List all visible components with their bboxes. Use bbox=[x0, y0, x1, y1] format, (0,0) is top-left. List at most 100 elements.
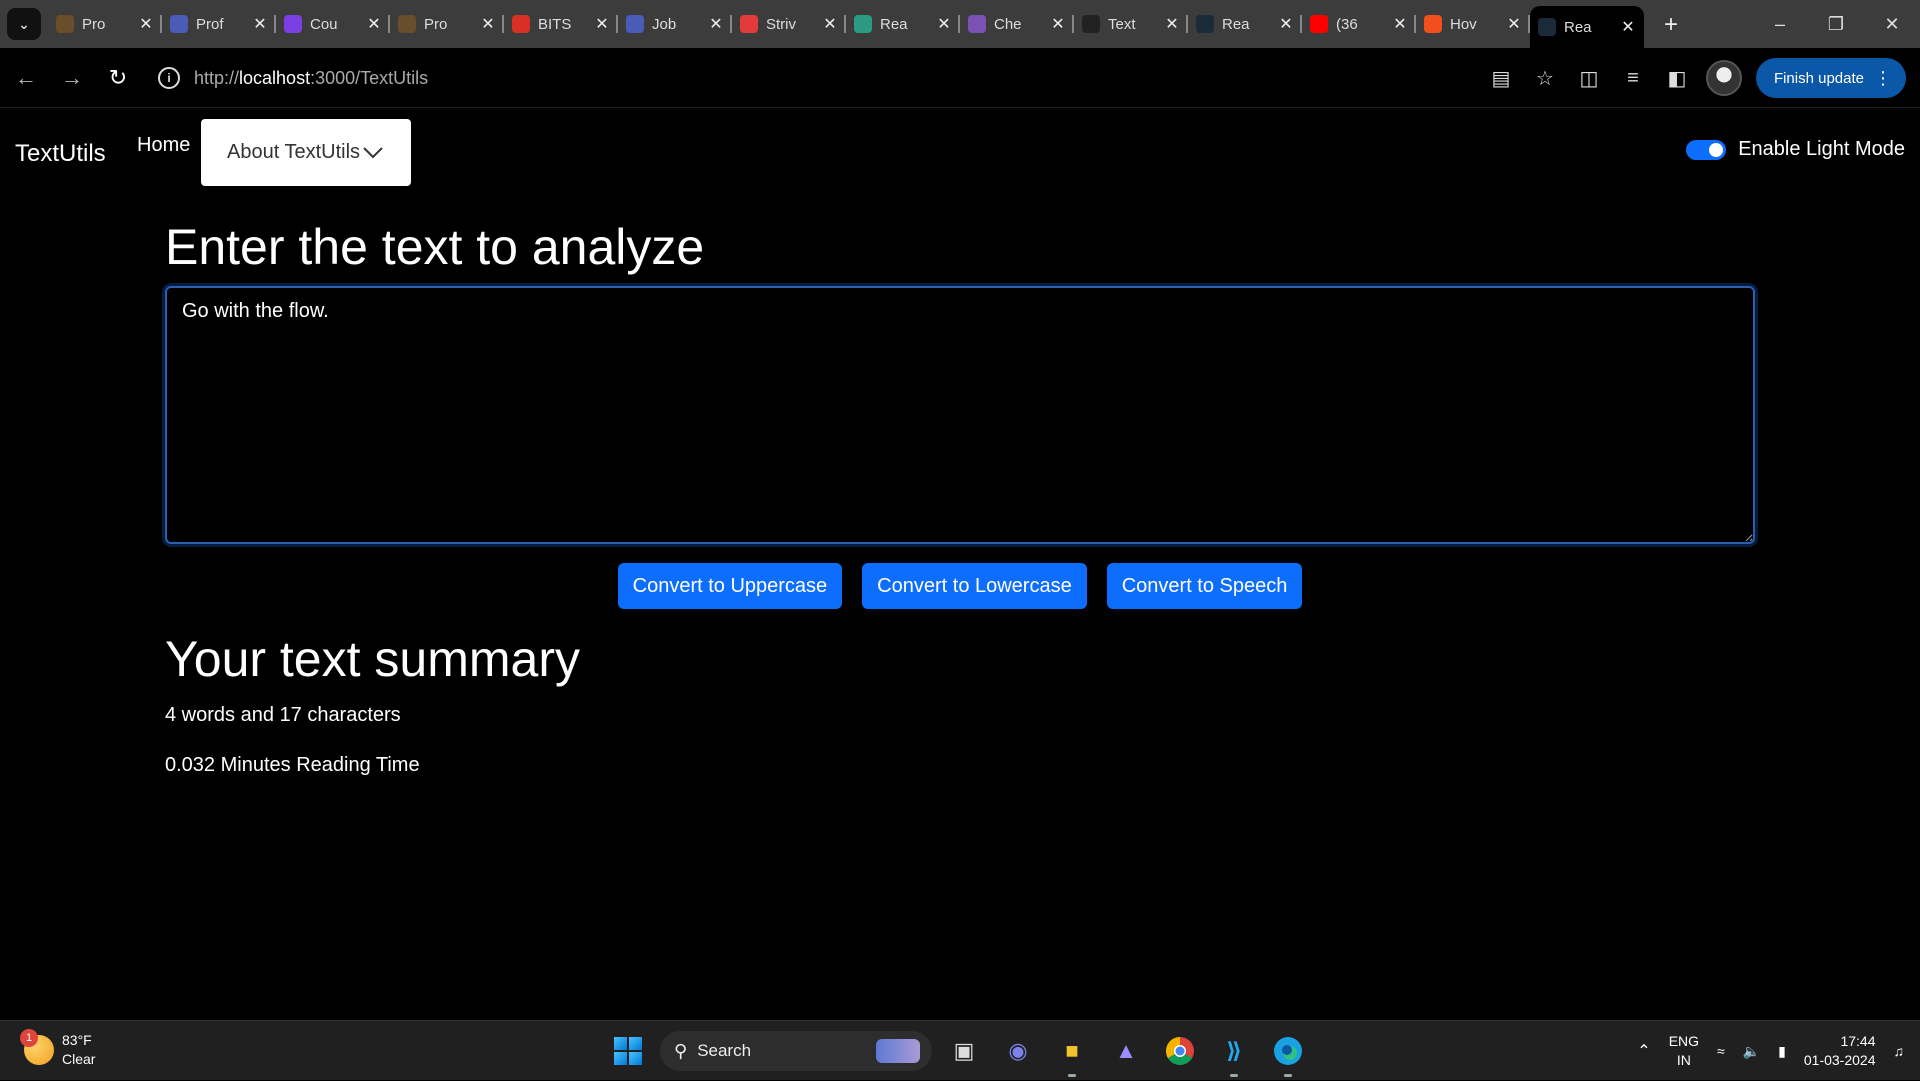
weather-condition: Clear bbox=[62, 1051, 96, 1067]
link-icon bbox=[170, 15, 188, 33]
reload-button[interactable]: ↻ bbox=[98, 58, 138, 98]
media-control-icon[interactable]: ≡ bbox=[1618, 63, 1648, 93]
taskbar-search[interactable]: ⚲ Search bbox=[660, 1031, 932, 1071]
extensions-icon[interactable]: ◫ bbox=[1574, 63, 1604, 93]
nav-dropdown-about[interactable]: About TextUtils bbox=[201, 119, 411, 186]
url-text[interactable]: http://localhost:3000/TextUtils bbox=[194, 68, 428, 89]
close-icon[interactable]: ✕ bbox=[1164, 14, 1180, 34]
taskbar-apps: ⚲ Search ▣ ◉ ■ ▲ ⟫ bbox=[606, 1029, 1310, 1077]
windows-taskbar: 1 83°F Clear ⚲ Search ▣ ◉ ■ ▲ ⟫ ⌃ ENG IN… bbox=[0, 1020, 1920, 1080]
clock[interactable]: 17:44 01-03-2024 bbox=[1804, 1032, 1876, 1070]
square-icon bbox=[1424, 15, 1442, 33]
volume-icon[interactable]: 🔈 bbox=[1743, 1043, 1760, 1060]
browser-tab[interactable]: Rea ✕ bbox=[1188, 6, 1302, 42]
tab-title: Pro bbox=[82, 15, 106, 33]
site-info-icon[interactable]: i bbox=[158, 67, 180, 89]
sync-icon bbox=[56, 15, 74, 33]
finish-update-button[interactable]: Finish update ⋮ bbox=[1755, 58, 1906, 98]
light-mode-toggle[interactable]: Enable Light Mode bbox=[1686, 138, 1905, 161]
tuf-icon bbox=[740, 15, 758, 33]
sync-icon bbox=[398, 15, 416, 33]
browser-tab[interactable]: Pro ✕ bbox=[390, 6, 504, 42]
close-icon[interactable]: ✕ bbox=[822, 14, 838, 34]
react-icon bbox=[1196, 15, 1214, 33]
browser-tab[interactable]: Prof ✕ bbox=[162, 6, 276, 42]
browser-tab[interactable]: Text ✕ bbox=[1074, 6, 1188, 42]
close-icon[interactable]: ✕ bbox=[936, 14, 952, 34]
browser-tab[interactable]: Rea ✕ bbox=[1530, 6, 1644, 48]
battery-icon[interactable]: ▮ bbox=[1778, 1043, 1786, 1060]
tab-search-button[interactable]: ⌄ bbox=[7, 8, 41, 40]
close-window-button[interactable]: ✕ bbox=[1864, 0, 1920, 48]
task-view-icon[interactable]: ▣ bbox=[942, 1029, 986, 1073]
text-input[interactable]: Go with the flow. bbox=[165, 286, 1755, 544]
weather-moon-icon: 1 bbox=[20, 1029, 54, 1065]
clock-time: 17:44 bbox=[1840, 1033, 1876, 1049]
word-count-text: 4 words and 17 characters bbox=[165, 704, 401, 726]
start-button[interactable] bbox=[606, 1029, 650, 1073]
browser-tab[interactable]: Che ✕ bbox=[960, 6, 1074, 42]
notification-badge: 1 bbox=[20, 1029, 38, 1047]
url-path: :3000/TextUtils bbox=[310, 67, 429, 88]
close-icon[interactable]: ✕ bbox=[708, 14, 724, 34]
finish-update-label: Finish update bbox=[1773, 69, 1864, 87]
browser-tab[interactable]: BITS ✕ bbox=[504, 6, 618, 42]
side-panel-icon[interactable]: ◧ bbox=[1662, 63, 1692, 93]
tab-title: (36 bbox=[1336, 15, 1358, 33]
profile-avatar[interactable] bbox=[1705, 60, 1742, 96]
speech-button[interactable]: Convert to Speech bbox=[1106, 563, 1303, 609]
close-icon[interactable]: ✕ bbox=[594, 14, 610, 34]
close-icon[interactable]: ✕ bbox=[366, 14, 382, 34]
address-bar[interactable]: i http://localhost:3000/TextUtils bbox=[158, 57, 1458, 99]
game-controller-icon[interactable]: ▲ bbox=[1104, 1029, 1148, 1073]
browser-tab[interactable]: (36 ✕ bbox=[1302, 6, 1416, 42]
nav-link-home[interactable]: Home bbox=[137, 134, 190, 157]
mode-switch[interactable] bbox=[1686, 139, 1727, 160]
chevron-up-icon[interactable]: ⌃ bbox=[1637, 1041, 1650, 1061]
close-icon[interactable]: ✕ bbox=[1392, 14, 1408, 34]
language-indicator[interactable]: ENG IN bbox=[1669, 1032, 1699, 1070]
close-icon[interactable]: ✕ bbox=[480, 14, 496, 34]
close-icon[interactable]: ✕ bbox=[1050, 14, 1066, 34]
edge-icon[interactable] bbox=[1266, 1029, 1310, 1077]
install-app-icon[interactable]: ▤ bbox=[1486, 63, 1516, 93]
lowercase-button[interactable]: Convert to Lowercase bbox=[862, 563, 1087, 609]
browser-tab[interactable]: Cou ✕ bbox=[276, 6, 390, 42]
vscode-icon[interactable]: ⟫ bbox=[1212, 1029, 1256, 1077]
app-page: TextUtils Home About TextUtils Enable Li… bbox=[0, 108, 1920, 1020]
notification-bell-icon[interactable]: ♫ bbox=[1894, 1043, 1905, 1059]
search-highlight-icon bbox=[876, 1039, 920, 1063]
lang-region: IN bbox=[1676, 1052, 1691, 1068]
restore-button[interactable]: ❐ bbox=[1808, 0, 1864, 48]
wifi-icon[interactable]: ≈ bbox=[1717, 1043, 1725, 1059]
tab-title: Striv bbox=[766, 15, 796, 33]
browser-tab[interactable]: Rea ✕ bbox=[846, 6, 960, 42]
chrome-icon[interactable] bbox=[1158, 1029, 1202, 1073]
weather-widget[interactable]: 1 83°F Clear bbox=[20, 1029, 96, 1069]
back-button[interactable]: ← bbox=[6, 58, 46, 98]
link-icon bbox=[626, 15, 644, 33]
minimize-button[interactable]: – bbox=[1752, 0, 1808, 48]
new-tab-button[interactable]: + bbox=[1654, 8, 1688, 42]
gmail-icon bbox=[512, 15, 530, 33]
window-controls: – ❐ ✕ bbox=[1752, 0, 1920, 48]
close-icon[interactable]: ✕ bbox=[138, 14, 154, 34]
navbar-brand[interactable]: TextUtils bbox=[15, 140, 106, 168]
browser-tab[interactable]: Job ✕ bbox=[618, 6, 732, 42]
close-icon[interactable]: ✕ bbox=[1278, 14, 1294, 34]
browser-tab[interactable]: Striv ✕ bbox=[732, 6, 846, 42]
bookmark-star-icon[interactable]: ☆ bbox=[1530, 63, 1560, 93]
browser-toolbar: ← → ↻ i http://localhost:3000/TextUtils … bbox=[0, 48, 1920, 108]
file-explorer-icon[interactable]: ■ bbox=[1050, 1029, 1094, 1077]
more-vertical-icon: ⋮ bbox=[1874, 67, 1892, 88]
chatgpt-icon bbox=[854, 15, 872, 33]
close-icon[interactable]: ✕ bbox=[252, 14, 268, 34]
uppercase-button[interactable]: Convert to Uppercase bbox=[617, 563, 843, 609]
teams-chat-icon[interactable]: ◉ bbox=[996, 1029, 1040, 1073]
search-icon: ⚲ bbox=[674, 1040, 688, 1061]
browser-tab[interactable]: Pro ✕ bbox=[48, 6, 162, 42]
forward-button[interactable]: → bbox=[52, 58, 92, 98]
close-icon[interactable]: ✕ bbox=[1506, 14, 1522, 34]
close-icon[interactable]: ✕ bbox=[1620, 17, 1636, 37]
browser-tab[interactable]: Hov ✕ bbox=[1416, 6, 1530, 42]
